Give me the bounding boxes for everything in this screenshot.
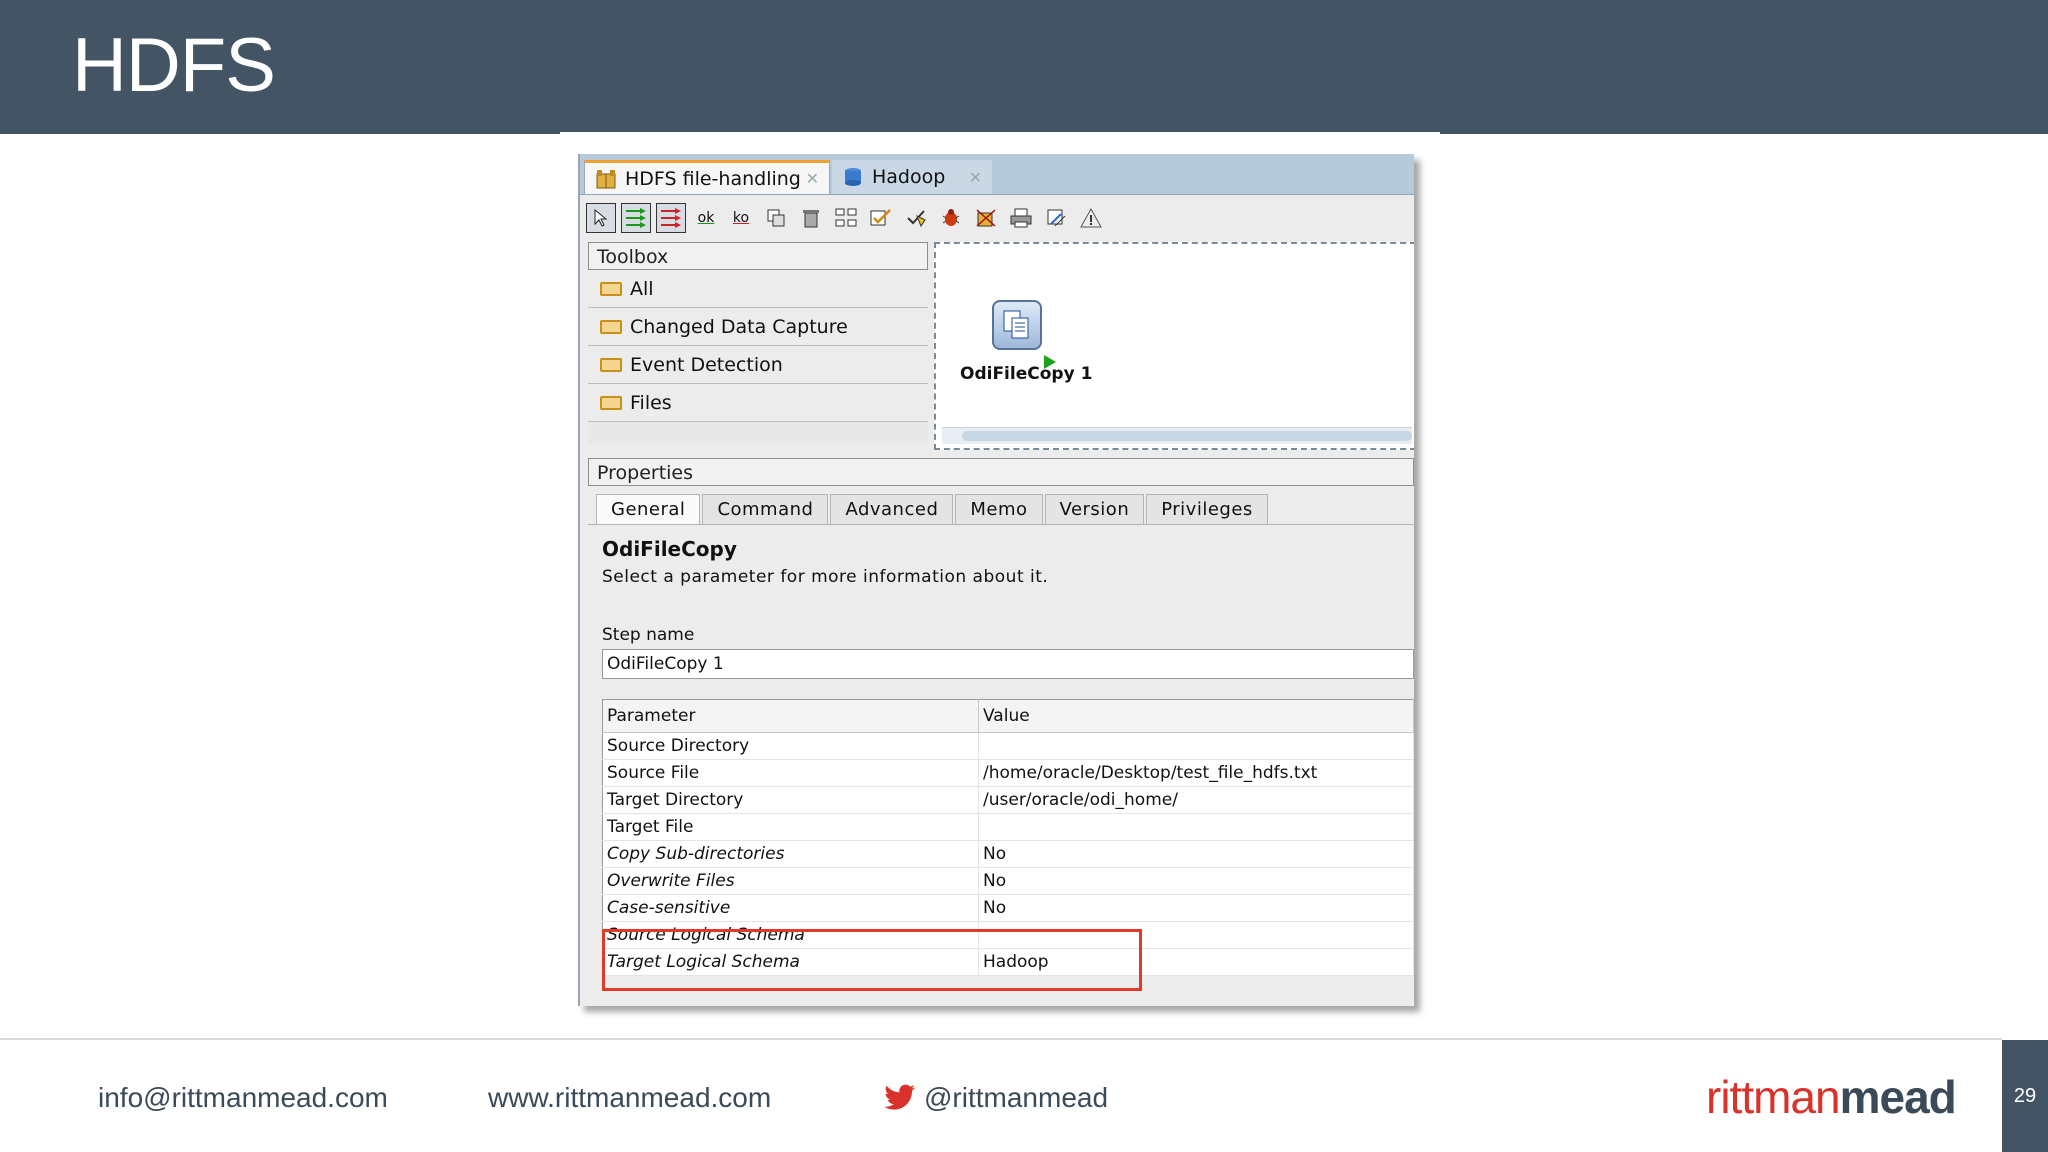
print-icon[interactable]	[1006, 203, 1036, 233]
column-header-value[interactable]: Value	[978, 699, 1414, 733]
parameter-name-cell[interactable]: Target Directory	[602, 786, 979, 814]
tab-privileges[interactable]: Privileges	[1146, 494, 1268, 524]
tool-name-heading: OdiFileCopy	[602, 537, 737, 561]
tab-general[interactable]: General	[596, 494, 701, 524]
parameter-name-cell[interactable]: Overwrite Files	[602, 867, 979, 895]
toolbox-item-event-detection[interactable]: Event Detection	[588, 346, 928, 384]
tab-hadoop[interactable]: Hadoop ✕	[832, 160, 992, 194]
toolbox-item-label: Files	[630, 391, 672, 414]
parameter-value-cell[interactable]	[978, 732, 1414, 760]
close-icon[interactable]: ✕	[969, 168, 982, 187]
database-icon	[842, 166, 864, 188]
parameter-name-cell[interactable]: Copy Sub-directories	[602, 840, 979, 868]
validate-icon[interactable]	[866, 203, 896, 233]
toolbox-item-changed-data-capture[interactable]: Changed Data Capture	[588, 308, 928, 346]
tab-label: Hadoop	[872, 166, 946, 188]
duplicate-icon[interactable]	[761, 203, 791, 233]
parameter-name-cell[interactable]: Source Directory	[602, 732, 979, 760]
properties-header: Properties	[588, 458, 1414, 486]
page-number: 29	[2002, 1040, 2048, 1152]
tab-command[interactable]: Command	[702, 494, 829, 524]
parameter-value-cell[interactable]: No	[978, 894, 1414, 922]
parameter-name-cell[interactable]: Target File	[602, 813, 979, 841]
toolbox-item-label: Changed Data Capture	[630, 315, 848, 338]
footer-website[interactable]: www.rittmanmead.com	[488, 1082, 771, 1114]
tool-description: Select a parameter for more information …	[602, 567, 1049, 587]
tab-advanced[interactable]: Advanced	[830, 494, 954, 524]
execute-icon[interactable]	[901, 203, 931, 233]
file-copy-icon[interactable]	[992, 300, 1042, 350]
parameter-value-cell[interactable]	[978, 813, 1414, 841]
header-gap	[560, 132, 1440, 136]
folder-icon	[600, 319, 622, 334]
package-diagram[interactable]: OdiFileCopy 1	[934, 242, 1414, 450]
warning-icon[interactable]	[1076, 203, 1106, 233]
next-step-ko-icon[interactable]	[656, 203, 686, 233]
toolbox-header: Toolbox	[588, 242, 928, 270]
folder-icon	[600, 357, 622, 372]
parameter-value-cell[interactable]: No	[978, 867, 1414, 895]
twitter-icon	[884, 1084, 916, 1112]
parameter-value-cell[interactable]: /home/oracle/Desktop/test_file_hdfs.txt	[978, 759, 1414, 787]
table-row[interactable]: Source File/home/oracle/Desktop/test_fil…	[602, 759, 1414, 787]
slide-header: HDFS	[0, 0, 2048, 134]
folder-icon	[600, 281, 622, 296]
table-row[interactable]: Copy Sub-directories No	[602, 840, 1414, 868]
delete-icon[interactable]	[796, 203, 826, 233]
toolbox-panel: Toolbox All Changed Data Capture Event D…	[588, 242, 928, 444]
tab-hdfs-file-handling[interactable]: HDFS file-handling ✕	[584, 160, 830, 194]
toolbox-item-files[interactable]: Files	[588, 384, 928, 422]
parameter-value-cell[interactable]: No	[978, 840, 1414, 868]
footer-twitter-handle[interactable]: @rittmanmead	[924, 1082, 1108, 1114]
slide-title: HDFS	[72, 23, 276, 108]
odi-screenshot: HDFS file-handling ✕ Hadoop ✕ ok ko Tool…	[578, 154, 1414, 1006]
table-row[interactable]: Target Directory/user/oracle/odi_home/	[602, 786, 1414, 814]
table-row[interactable]: Overwrite Files No	[602, 867, 1414, 895]
column-header-parameter[interactable]: Parameter	[602, 699, 979, 733]
package-icon	[595, 168, 617, 190]
page-setup-icon[interactable]	[1041, 203, 1071, 233]
step-node-label[interactable]: OdiFileCopy 1	[960, 364, 1092, 384]
properties-tabs: General Command Advanced Memo Version Pr…	[596, 494, 1270, 524]
next-step-ok-icon[interactable]	[621, 203, 651, 233]
stop-icon[interactable]	[971, 203, 1001, 233]
tab-version[interactable]: Version	[1044, 494, 1145, 524]
close-icon[interactable]: ✕	[806, 169, 819, 188]
parameter-name-cell[interactable]: Source File	[602, 759, 979, 787]
footer-email[interactable]: info@rittmanmead.com	[98, 1082, 388, 1114]
table-row[interactable]: Source Directory	[602, 732, 1414, 760]
properties-panel: Properties General Command Advanced Memo…	[588, 458, 1414, 1006]
ko-label-icon[interactable]: ko	[726, 203, 756, 233]
ok-label-icon[interactable]: ok	[691, 203, 721, 233]
editor-tab-bar: HDFS file-handling ✕ Hadoop ✕	[580, 154, 1414, 195]
slide-footer: info@rittmanmead.com www.rittmanmead.com…	[0, 1040, 2048, 1152]
toolbox-item-label: Event Detection	[630, 353, 783, 376]
tab-memo[interactable]: Memo	[955, 494, 1043, 524]
package-toolbar: ok ko	[580, 196, 1414, 240]
layout-icon[interactable]	[831, 203, 861, 233]
table-row[interactable]: Case-sensitive No	[602, 894, 1414, 922]
debug-icon[interactable]	[936, 203, 966, 233]
rittmanmead-logo: rittmanmead	[1706, 1071, 1957, 1123]
step-name-label: Step name	[602, 625, 695, 645]
parameter-value-cell[interactable]: /user/oracle/odi_home/	[978, 786, 1414, 814]
parameter-name-cell[interactable]: Case-sensitive	[602, 894, 979, 922]
folder-icon	[600, 395, 622, 410]
select-arrow-icon[interactable]	[586, 203, 616, 233]
toolbox-item-all[interactable]: All	[588, 270, 928, 308]
logical-schema-highlight	[602, 929, 1142, 991]
step-name-input[interactable]	[602, 649, 1414, 679]
table-row[interactable]: Target File	[602, 813, 1414, 841]
toolbox-item-label: All	[630, 277, 654, 300]
scrollbar-thumb[interactable]	[962, 431, 1412, 441]
tab-label: HDFS file-handling	[625, 167, 801, 190]
horizontal-scrollbar[interactable]	[942, 427, 1412, 444]
